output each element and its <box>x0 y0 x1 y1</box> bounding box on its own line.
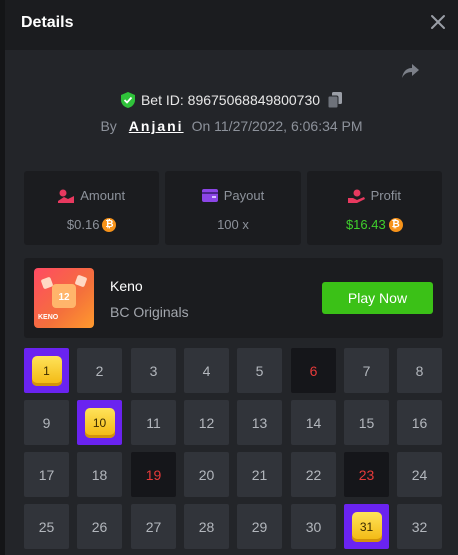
game-provider: BC Originals <box>110 304 189 320</box>
share-icon[interactable] <box>401 60 421 80</box>
keno-cell-28[interactable]: 28 <box>184 504 229 549</box>
keno-cell-7[interactable]: 7 <box>344 348 389 393</box>
keno-thumb-label: KENO <box>38 314 59 321</box>
amount-icon <box>58 189 75 203</box>
profit-card: Profit $16.43 ₿ <box>306 171 442 245</box>
profit-label: Profit <box>370 188 401 203</box>
modal-header: Details <box>5 0 458 50</box>
keno-cell-4[interactable]: 4 <box>184 348 229 393</box>
keno-hit-gem-icon: 10 <box>84 407 115 438</box>
payout-value: 100 x <box>217 217 249 232</box>
amount-value: $0.16 <box>66 217 100 232</box>
keno-cell-6[interactable]: 6 <box>291 348 336 393</box>
keno-cell-25[interactable]: 25 <box>24 504 69 549</box>
keno-cell-11[interactable]: 11 <box>131 400 176 445</box>
keno-cell-14[interactable]: 14 <box>291 400 336 445</box>
amount-card: Amount $0.16 ₿ <box>24 171 160 245</box>
stats-row: Amount $0.16 ₿ Payout 100 x Profit $16.4… <box>24 171 442 245</box>
shield-check-icon <box>120 92 135 108</box>
modal-title: Details <box>21 14 74 31</box>
keno-cell-2[interactable]: 2 <box>77 348 122 393</box>
keno-thumbnail[interactable]: 12 KENO <box>34 268 94 328</box>
username-link[interactable]: Anjani <box>129 118 184 134</box>
wallet-icon <box>201 189 218 202</box>
keno-cell-15[interactable]: 15 <box>344 400 389 445</box>
bet-details-modal: Details Bet ID: 89675068849800730 By Anja… <box>5 0 458 555</box>
keno-cell-26[interactable]: 26 <box>77 504 122 549</box>
keno-cell-27[interactable]: 27 <box>131 504 176 549</box>
copy-icon[interactable] <box>328 92 343 108</box>
keno-cell-22[interactable]: 22 <box>291 452 336 497</box>
keno-cell-21[interactable]: 21 <box>237 452 282 497</box>
bet-id-line: Bet ID: 89675068849800730 <box>5 92 458 108</box>
game-card: 12 KENO Keno BC Originals Play Now <box>24 258 443 338</box>
keno-thumb-number: 12 <box>58 292 70 303</box>
payout-card: Payout 100 x <box>165 171 301 245</box>
close-icon[interactable] <box>430 14 446 30</box>
bitcoin-coin-icon: ₿ <box>388 217 403 232</box>
game-name: Keno <box>110 278 143 294</box>
keno-cell-12[interactable]: 12 <box>184 400 229 445</box>
keno-cell-8[interactable]: 8 <box>397 348 442 393</box>
profit-value: $16.43 <box>345 217 386 232</box>
keno-cell-13[interactable]: 13 <box>237 400 282 445</box>
keno-cell-10[interactable]: 10 <box>77 400 122 445</box>
keno-cell-1[interactable]: 1 <box>24 348 69 393</box>
keno-hit-gem-icon: 1 <box>31 355 62 386</box>
bet-byline: By Anjani On 11/27/2022, 6:06:34 PM <box>5 118 458 134</box>
bet-id-text: Bet ID: 89675068849800730 <box>140 92 321 108</box>
by-label: By <box>100 118 117 134</box>
keno-cell-31[interactable]: 31 <box>344 504 389 549</box>
keno-cell-23[interactable]: 23 <box>344 452 389 497</box>
keno-cell-18[interactable]: 18 <box>77 452 122 497</box>
amount-label: Amount <box>80 188 126 203</box>
keno-cell-32[interactable]: 32 <box>397 504 442 549</box>
keno-cell-5[interactable]: 5 <box>237 348 282 393</box>
payout-label: Payout <box>223 188 265 203</box>
keno-cell-19[interactable]: 19 <box>131 452 176 497</box>
bet-datetime: 11/27/2022, 6:06:34 PM <box>214 118 363 134</box>
keno-cell-3[interactable]: 3 <box>131 348 176 393</box>
keno-hit-gem-icon: 31 <box>351 511 382 542</box>
profit-hand-icon <box>347 189 365 203</box>
keno-cell-24[interactable]: 24 <box>397 452 442 497</box>
keno-cell-17[interactable]: 17 <box>24 452 69 497</box>
play-now-button[interactable]: Play Now <box>322 282 433 314</box>
keno-cell-16[interactable]: 16 <box>397 400 442 445</box>
keno-cell-20[interactable]: 20 <box>184 452 229 497</box>
on-label: On <box>191 118 211 134</box>
keno-cell-29[interactable]: 29 <box>237 504 282 549</box>
bitcoin-coin-icon: ₿ <box>102 217 117 232</box>
keno-cell-9[interactable]: 9 <box>24 400 69 445</box>
keno-cell-30[interactable]: 30 <box>291 504 336 549</box>
